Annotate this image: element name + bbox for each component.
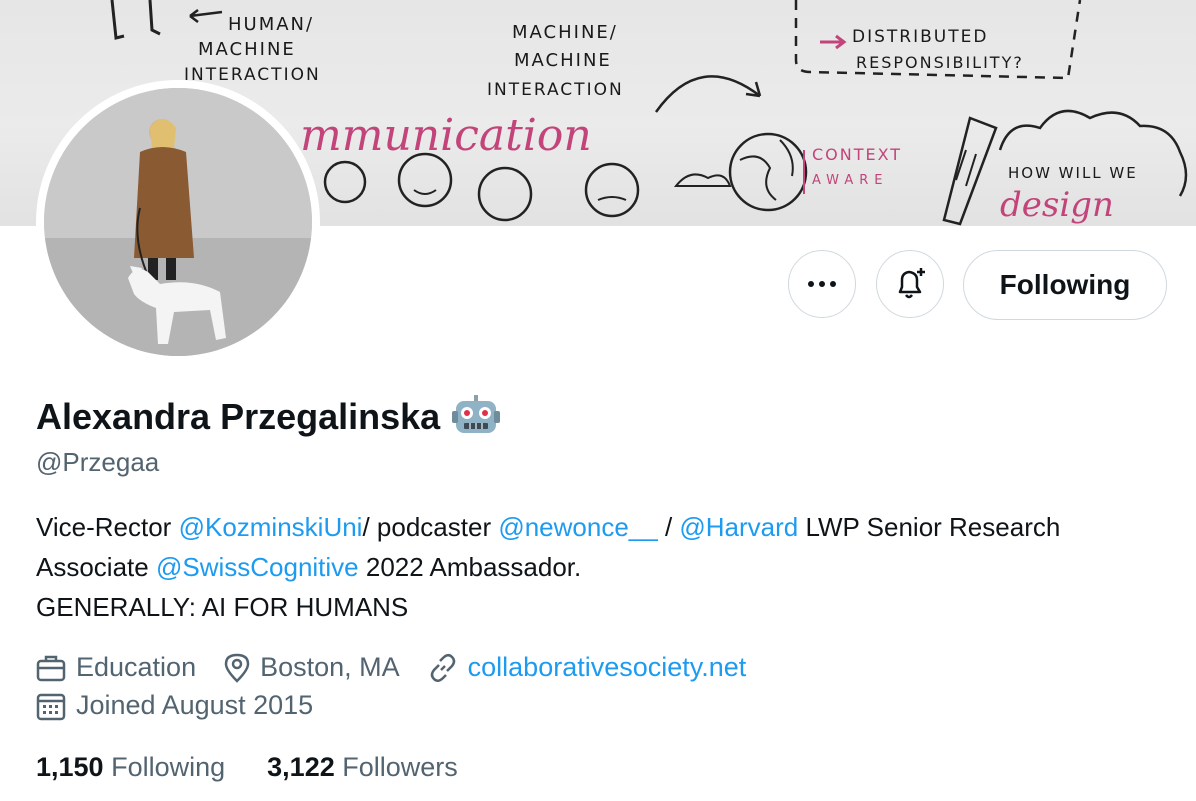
profile-location-label: Boston, MA bbox=[260, 652, 400, 682]
bio-mention-link[interactable]: @SwissCognitive bbox=[156, 552, 359, 582]
bio-text: GENERALLY: AI FOR HUMANS bbox=[36, 592, 409, 622]
profile-website-link[interactable]: collaborativesociety.net bbox=[468, 652, 747, 683]
banner-label: MACHINE bbox=[198, 39, 296, 60]
bio-text: Vice-Rector bbox=[36, 512, 179, 542]
banner-label: MACHINE/ bbox=[512, 22, 618, 43]
profile-category-label: Education bbox=[76, 652, 197, 682]
bio-mention-link[interactable]: @newonce__ bbox=[498, 512, 657, 542]
followers-count: 3,122 bbox=[267, 752, 335, 782]
bio-text: / bbox=[657, 512, 680, 542]
bio-mention-link[interactable]: @Harvard bbox=[679, 512, 798, 542]
link-icon bbox=[430, 653, 455, 682]
notifications-button[interactable] bbox=[876, 250, 944, 318]
banner-label: HUMAN/ bbox=[228, 14, 314, 35]
avatar-photo bbox=[44, 88, 312, 356]
more-icon bbox=[808, 281, 836, 287]
profile-handle: @Przegaa bbox=[36, 447, 160, 477]
profile-name-row: Alexandra Przegalinska bbox=[36, 395, 501, 439]
banner-label: RESPONSIBILITY? bbox=[856, 53, 1024, 72]
profile-joined: Joined August 2015 bbox=[36, 690, 313, 721]
following-count: 1,150 bbox=[36, 752, 104, 782]
followers-stat-link[interactable]: 3,122 Followers bbox=[267, 752, 458, 783]
avatar-frame[interactable] bbox=[36, 80, 320, 364]
banner-label: design bbox=[1000, 185, 1114, 225]
briefcase-icon bbox=[36, 655, 66, 681]
banner-label: MACHINE bbox=[514, 50, 612, 71]
profile-meta-joined: Joined August 2015 bbox=[36, 690, 341, 721]
bio-text: / podcaster bbox=[362, 512, 499, 542]
banner-label: mmunication bbox=[300, 110, 592, 161]
profile-bio: Vice-Rector @KozminskiUni/ podcaster @ne… bbox=[36, 507, 1156, 627]
followers-label: Followers bbox=[342, 752, 458, 782]
more-button[interactable] bbox=[788, 250, 856, 318]
avatar[interactable] bbox=[44, 88, 312, 356]
bio-mention-link[interactable]: @KozminskiUni bbox=[179, 512, 363, 542]
profile-meta: Education Boston, MA collaborativesociet… bbox=[36, 652, 774, 683]
profile-name: Alexandra Przegalinska bbox=[36, 396, 441, 437]
calendar-icon bbox=[36, 693, 66, 720]
following-button[interactable]: Following bbox=[963, 250, 1167, 320]
banner-label: HOW WILL WE bbox=[1008, 164, 1138, 182]
banner-label: INTERACTION bbox=[487, 80, 624, 100]
profile-joined-label: Joined August 2015 bbox=[76, 690, 314, 720]
profile-stats: 1,150 Following 3,122 Followers bbox=[36, 752, 500, 783]
profile-location: Boston, MA bbox=[224, 652, 400, 683]
location-pin-icon bbox=[224, 653, 250, 683]
profile-website[interactable]: collaborativesociety.net bbox=[428, 652, 747, 683]
following-label: Following bbox=[111, 752, 226, 782]
robot-emoji-icon bbox=[452, 395, 501, 433]
banner-label: AWARE bbox=[812, 173, 888, 188]
profile-category: Education bbox=[36, 652, 196, 683]
bell-plus-icon bbox=[898, 268, 925, 299]
banner-label: CONTEXT bbox=[812, 145, 902, 164]
bio-text: 2022 Ambassador. bbox=[358, 552, 582, 582]
banner-label: DISTRIBUTED bbox=[852, 27, 988, 47]
following-stat-link[interactable]: 1,150 Following bbox=[36, 752, 225, 783]
